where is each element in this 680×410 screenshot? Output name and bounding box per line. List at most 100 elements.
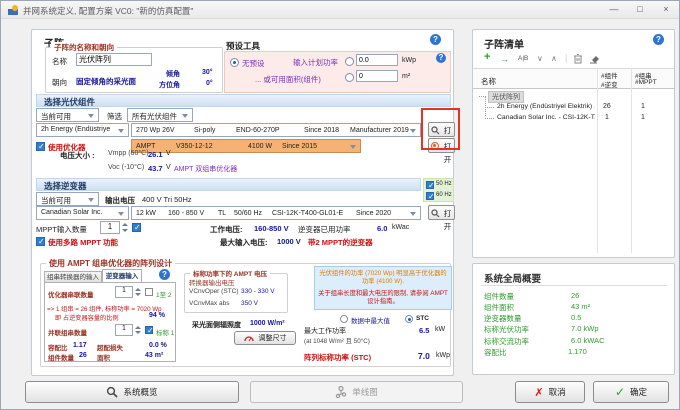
mppt-count-input[interactable]: 1 (100, 221, 120, 234)
planned-power-input[interactable] (356, 54, 398, 66)
planned-power-radio[interactable] (345, 57, 354, 66)
inverter-used-power-label: 逆变器已用功率 (298, 225, 351, 234)
move-up-icon[interactable]: ∧ (551, 54, 557, 63)
delete-icon[interactable] (573, 53, 583, 64)
close-icon[interactable]: × (653, 1, 679, 19)
frequency-box: 50 Hz 60 Hz (423, 178, 454, 202)
pv-filter-select[interactable]: 所有光伏组件 (127, 108, 193, 122)
rename-icon[interactable]: A|B (518, 55, 528, 62)
summary-value: 1.170 (568, 347, 587, 356)
vmpp-label: Vmpp (60°C) (108, 150, 149, 157)
output-voltage-label: 输出电压 (105, 196, 135, 205)
multi-mppt-checkbox[interactable] (36, 237, 45, 246)
stc-radio[interactable] (405, 315, 413, 323)
highlight-annotation (421, 108, 460, 150)
optimizer-series-stepper[interactable] (134, 286, 142, 298)
available-area-unit: m² (402, 73, 411, 80)
system-overview-button[interactable]: 系统概览 (25, 381, 239, 403)
nominal-checkbox[interactable] (145, 326, 154, 335)
optimizer-since: Since 2015 (282, 143, 318, 150)
hz60-checkbox[interactable] (426, 192, 435, 201)
nominal-hint: 标称 1 (156, 330, 175, 337)
summary-title: 系统全局概要 (484, 274, 542, 285)
no-sizing-radio[interactable] (230, 58, 239, 67)
resize-label: 调整尺寸 (258, 335, 287, 342)
hz50-checkbox[interactable] (426, 181, 435, 190)
mppt-count-stepper[interactable] (121, 221, 129, 234)
dcac-ratio-label: 容配比 (48, 345, 68, 352)
use-optimizer-checkbox[interactable] (36, 142, 45, 151)
single-line-diagram-button[interactable]: 单线图 (250, 381, 463, 403)
ampt-voltage-group: 标称功率下的 AMPT 电压 转换器输出电压 VCnvOper (STC) 33… (184, 268, 288, 313)
max-operating-power-value: 6.5 (419, 326, 430, 335)
pv-spec-tech: Si-poly (194, 127, 216, 134)
add-subarray-icon[interactable]: + (484, 52, 490, 63)
mppt-note: 带2 MPPT的逆变器 (308, 238, 373, 247)
name-label: 名称 (52, 57, 67, 66)
mppt-checkbox[interactable] (132, 223, 141, 232)
cancel-label: 取消 (548, 387, 566, 397)
azimuth-label: 方位角 (159, 82, 180, 89)
inverter-spec-tl: TL (218, 210, 227, 217)
optimizer-series-input[interactable]: 1 (115, 286, 133, 298)
tilt-label: 倾角 (166, 71, 180, 78)
help-icon[interactable]: ? (436, 53, 446, 63)
max-in-data-radio[interactable] (340, 315, 348, 323)
inverter-manufacturer-select[interactable]: Canadian Solar Inc. (36, 206, 129, 220)
help-icon[interactable]: ? (159, 269, 170, 280)
list-item-strings: 1 (641, 103, 645, 110)
app-icon (7, 4, 19, 16)
array-design-title: 使用 AMPT 组串优化器的阵列设计 (46, 258, 176, 269)
inverter-open-button[interactable]: 打开 (428, 205, 455, 231)
help-icon[interactable]: ? (653, 34, 664, 45)
available-area-radio[interactable] (345, 73, 354, 82)
array-stc-power-value: 7.0 (418, 351, 430, 361)
inverter-open-label: 打开 (443, 209, 452, 231)
clear-icon[interactable] (589, 53, 600, 64)
title-bar[interactable]: 并网系统定义, 配置方案 VC0: "新的仿真配置" — □ × (1, 1, 679, 19)
pv-filter-label: 筛选 (107, 112, 122, 121)
list-item-name[interactable]: Canadian Solar Inc. - CSI-12K-T... (497, 114, 595, 121)
name-orientation-group-title: 子阵的名称和朝向 (51, 42, 117, 53)
optimizer-link[interactable]: AMPT 双组串优化器 (174, 164, 237, 174)
duplicate-subarray-icon[interactable]: → (500, 54, 509, 64)
available-area-input[interactable] (356, 70, 398, 82)
max-operating-power-unit: kW (435, 326, 446, 333)
optimizer-model: V350-12-12 (176, 143, 213, 150)
cancel-button[interactable]: ✗ 取消 (515, 381, 585, 403)
minimize-icon[interactable]: — (601, 1, 627, 19)
summary-value: 7.0 kWp (571, 324, 599, 333)
col-inverters-header[interactable]: #逆变 (601, 79, 618, 89)
inverter-availability-select[interactable]: 当前可用 (36, 192, 99, 206)
list-item-name[interactable]: 2h Energy (Endüstriyel Elektrik) ... (497, 103, 595, 110)
list-item[interactable]: 2h Energy (Endüstriyel Elektrik) ... 26 … (473, 102, 674, 113)
max-input-voltage-label: 最大输入电压: (220, 238, 268, 247)
parallel-strings-stepper[interactable] (134, 324, 142, 336)
resize-button[interactable]: 调整尺寸 (234, 331, 296, 345)
tab-inverter-input[interactable]: 逆变器输入 (102, 269, 142, 283)
summary-label: 容配比 (484, 348, 507, 357)
voc-unit: V (166, 164, 171, 171)
planned-power-label: 输入计划功率 (293, 58, 338, 67)
toolbar-separator: | (565, 53, 568, 63)
col-mppt-header[interactable]: #MPPT (635, 79, 657, 86)
vmpp-unit: V (166, 150, 171, 157)
move-down-icon[interactable]: ∨ (537, 54, 543, 63)
pv-availability-select[interactable]: 当前可用 (36, 108, 99, 122)
parallel-strings-input[interactable]: 1 (115, 324, 133, 336)
list-item[interactable]: Canadian Solar Inc. - CSI-12K-T... 1 1 (473, 113, 674, 124)
inverter-input-tab-panel: 优化器串联数量 1 1至 2 => 1 组串 = 26 组件, 标称功率 = 7… (44, 282, 176, 362)
help-icon[interactable]: ? (430, 34, 441, 45)
name-orientation-group: 子阵的名称和朝向 名称 朝向 固定倾角的采光面 倾角 30° 方位角 0° (45, 42, 223, 93)
series-range-checkbox[interactable] (145, 288, 153, 296)
inverter-section-bar: 选择逆变器 (36, 178, 421, 191)
pv-module-select[interactable]: 270 Wp 26V Si-poly END-60-270P Since 201… (131, 123, 421, 137)
subarray-name-input[interactable] (76, 53, 152, 66)
inverter-select[interactable]: 12 kW 160 - 850 V TL 50/60 Hz CSI-12K-T4… (131, 206, 421, 220)
ok-button[interactable]: ✓ 确定 (593, 381, 669, 403)
list-item-root[interactable]: 光伏阵列 (473, 90, 674, 103)
maximize-icon[interactable]: □ (627, 1, 653, 19)
pv-manufacturer-select[interactable]: 2h Energy (Endüstriye (36, 123, 129, 137)
inverter-spec-vrange: 160 - 850 V (168, 210, 205, 217)
col-name-header[interactable]: 名称 (481, 76, 496, 87)
